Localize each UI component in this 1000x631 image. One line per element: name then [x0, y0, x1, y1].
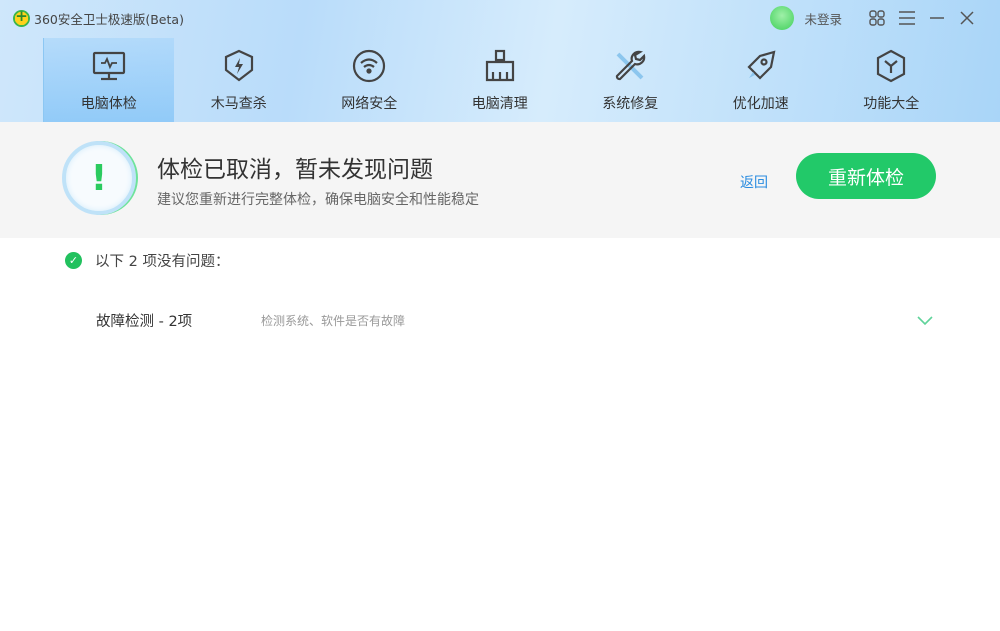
app-title: 360安全卫士极速版(Beta) — [13, 7, 184, 28]
nav-label: 木马查杀 — [210, 96, 267, 112]
chevron-down-icon[interactable] — [914, 309, 936, 331]
tab-system-repair[interactable]: 系统修复 — [565, 38, 696, 122]
shield-icon — [224, 49, 253, 82]
nav-label: 功能大全 — [863, 96, 920, 112]
nav-label: 优化加速 — [732, 96, 789, 112]
status-title: 体检已取消，暂未发现问题 — [157, 157, 433, 183]
menu-icon[interactable] — [892, 6, 922, 30]
close-icon[interactable] — [952, 6, 982, 30]
tab-cleanup[interactable]: 电脑清理 — [435, 38, 566, 122]
title-bar: 360安全卫士极速版(Beta) 未登录 电脑体检 木马查杀 网络安全 电脑清理 — [0, 0, 1000, 122]
recheck-button[interactable]: 重新体检 — [796, 153, 936, 199]
tab-trojan-scan[interactable]: 木马查杀 — [174, 38, 305, 122]
tab-speedup[interactable]: 优化加速 — [696, 38, 827, 122]
minimize-icon[interactable] — [922, 6, 952, 30]
login-link[interactable]: 未登录 — [804, 9, 842, 28]
wrench-icon — [616, 50, 646, 81]
hexagon-icon — [877, 49, 906, 83]
nav-label: 系统修复 — [602, 96, 659, 112]
ok-heading-text: 以下 2 项没有问题： — [95, 254, 230, 270]
status-subtitle: 建议您重新进行完整体检，确保电脑安全和性能稳定 — [157, 192, 479, 208]
warning-glyph: ! — [90, 157, 108, 199]
nav-label: 电脑清理 — [471, 96, 528, 112]
tab-checkup[interactable]: 电脑体检 — [43, 38, 174, 122]
wifi-icon — [353, 49, 386, 83]
apps-grid-icon[interactable] — [862, 6, 892, 30]
avatar[interactable] — [770, 6, 795, 30]
app-title-text: 360安全卫士极速版(Beta) — [34, 12, 184, 27]
tab-network-security[interactable]: 网络安全 — [304, 38, 435, 122]
app-logo-icon — [13, 7, 30, 27]
monitor-icon — [92, 51, 125, 81]
result-title: 故障检测 - 2项 — [96, 313, 193, 330]
ok-heading: ✓ 以下 2 项没有问题： — [65, 250, 229, 271]
check-circle-icon: ✓ — [65, 252, 82, 269]
rocket-icon — [747, 50, 776, 80]
status-panel: ! 体检已取消，暂未发现问题 建议您重新进行完整体检，确保电脑安全和性能稳定 返… — [0, 122, 1000, 238]
back-link[interactable]: 返回 — [740, 172, 768, 192]
nav-label: 网络安全 — [341, 96, 398, 112]
main-nav: 电脑体检 木马查杀 网络安全 电脑清理 系统修复 优化加速 功能大全 — [43, 38, 957, 122]
result-desc: 检测系统、软件是否有故障 — [261, 313, 406, 328]
warning-icon: ! — [62, 141, 136, 215]
result-row[interactable]: 故障检测 - 2项 检测系统、软件是否有故障 — [96, 309, 936, 331]
tab-all-features[interactable]: 功能大全 — [826, 38, 957, 122]
broom-icon — [485, 49, 514, 82]
nav-label: 电脑体检 — [80, 96, 137, 112]
